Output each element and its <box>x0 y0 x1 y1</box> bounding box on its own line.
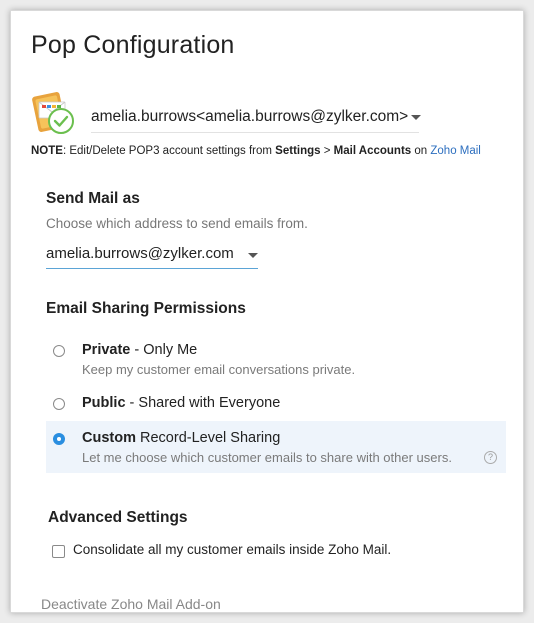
send-from-select[interactable]: amelia.burrows@zylker.com <box>46 244 258 269</box>
radio-private[interactable] <box>53 345 65 357</box>
note-separator: > <box>320 145 334 157</box>
send-mail-title: Send Mail as <box>46 190 140 207</box>
note-prefix: NOTE <box>31 145 63 157</box>
sharing-option-custom[interactable]: Custom Record-Level Sharing Let me choos… <box>46 421 506 473</box>
sharing-title: Email Sharing Permissions <box>46 300 246 317</box>
option-label: Custom Record-Level Sharing <box>82 430 280 446</box>
radio-public[interactable] <box>53 398 65 410</box>
option-detail: Record-Level Sharing <box>135 430 281 446</box>
note-text-part: on <box>411 145 431 157</box>
consolidate-checkbox[interactable] <box>52 545 65 558</box>
deactivate-addon-link[interactable]: Deactivate Zoho Mail Add-on <box>41 596 221 612</box>
option-detail: - Shared with Everyone <box>125 395 281 411</box>
sharing-option-private[interactable]: Private - Only Me Keep my customer email… <box>46 339 506 381</box>
option-description: Let me choose which customer emails to s… <box>82 450 452 465</box>
page-title: Pop Configuration <box>31 31 235 59</box>
option-name: Public <box>82 395 126 411</box>
chevron-down-icon <box>248 253 258 258</box>
note-text: NOTE: Edit/Delete POP3 account settings … <box>31 145 481 157</box>
option-name: Custom <box>82 430 136 446</box>
sharing-option-public[interactable]: Public - Shared with Everyone <box>46 392 506 416</box>
help-icon[interactable]: ? <box>484 451 497 464</box>
send-from-value: amelia.burrows@zylker.com <box>46 245 234 262</box>
radio-custom[interactable] <box>53 433 65 445</box>
option-description: Keep my customer email conversations pri… <box>82 362 356 377</box>
option-name: Private <box>82 342 131 358</box>
option-label: Public - Shared with Everyone <box>82 395 280 411</box>
note-mail-accounts: Mail Accounts <box>333 145 412 157</box>
option-detail: - Only Me <box>130 342 198 358</box>
chevron-down-icon <box>411 115 421 120</box>
pop-configuration-panel: Pop Configuration amelia.burrows<amelia.… <box>10 10 524 613</box>
option-label: Private - Only Me <box>82 342 197 358</box>
zoho-mail-link[interactable]: Zoho Mail <box>430 145 481 157</box>
note-text-part: : Edit/Delete POP3 account settings from <box>62 145 276 157</box>
account-select[interactable]: amelia.burrows<amelia.burrows@zylker.com… <box>91 106 421 133</box>
consolidate-label: Consolidate all my customer emails insid… <box>73 542 392 557</box>
advanced-settings-title: Advanced Settings <box>48 509 188 526</box>
account-select-value: amelia.burrows<amelia.burrows@zylker.com… <box>91 108 409 125</box>
note-settings: Settings <box>275 145 321 157</box>
send-mail-subtitle: Choose which address to send emails from… <box>46 216 308 231</box>
envelope-with-check-icon <box>32 92 74 134</box>
